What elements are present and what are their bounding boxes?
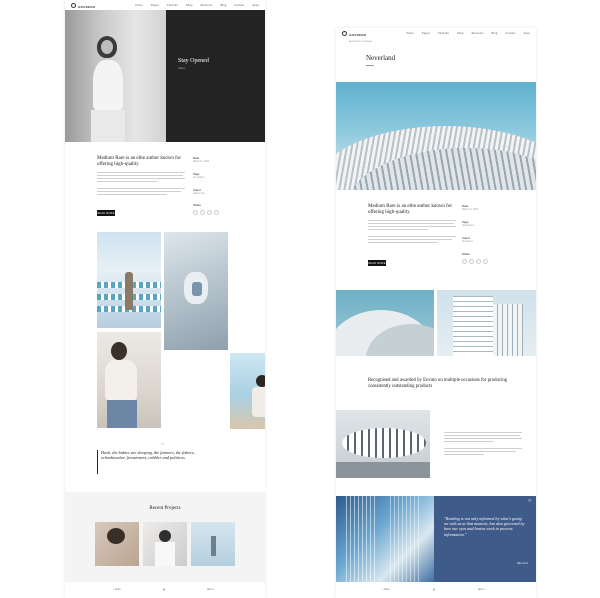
nav-item-portfolio[interactable]: Portfolio (438, 32, 449, 35)
nav-item-pages[interactable]: Pages (422, 32, 430, 35)
info-date-label: Date (462, 204, 469, 208)
right-navbar: GRADERO ARCHITECTS & DESIGN Home Pages P… (336, 28, 536, 43)
right-nav-menu: Home Pages Portfolio Shop Elements Blog … (406, 32, 530, 35)
left-grid-icon[interactable]: ▦ (163, 588, 165, 591)
right-logo[interactable]: GRADERO ARCHITECTS & DESIGN (342, 28, 372, 43)
twitter-icon[interactable] (200, 210, 205, 215)
logo-tagline: ARCHITECTS & DESIGN (349, 41, 372, 43)
info-tags-value[interactable]: Art, Gallery (193, 177, 205, 179)
linkedin-icon[interactable] (214, 210, 219, 215)
right-prev-link[interactable]: « PREV (382, 589, 390, 591)
info-tags-value[interactable]: Architecture (462, 225, 474, 227)
title-underline (366, 65, 374, 66)
left-read-more-button[interactable]: READ MORE (97, 210, 115, 216)
info-client-label: Client (193, 188, 201, 192)
architecture-tower-image[interactable] (437, 290, 536, 356)
nav-item-contact[interactable]: Contact (505, 32, 515, 35)
logo-name: GRADERO (78, 5, 96, 9)
stadium-architecture-image[interactable] (336, 410, 430, 478)
recent-project-1[interactable] (95, 522, 139, 566)
nav-item-portfolio[interactable]: Portfolio (167, 4, 178, 7)
left-intro-heading: Medium Rare is an elite author known for… (97, 156, 182, 167)
logo-name: GRADERO (349, 33, 367, 37)
right-page-preview: GRADERO ARCHITECTS & DESIGN Home Pages P… (336, 28, 536, 598)
left-quote-text: Hush, the babies are sleeping, the farme… (101, 450, 195, 461)
left-page-preview: GRADERO ARCHITECTS & DESIGN Home Pages P… (65, 0, 265, 598)
hero-subtitle: Gallery (178, 68, 186, 70)
nav-item-shop[interactable]: Shop (457, 32, 464, 35)
nav-item-elements[interactable]: Elements (472, 32, 484, 35)
quote-panel: ❞ "Reading is not only informed by what'… (434, 496, 536, 582)
nav-item-contact[interactable]: Contact (234, 4, 244, 7)
right-read-more-button[interactable]: READ MORE (368, 260, 386, 266)
info-client-label: Client (462, 236, 470, 240)
info-share-label: Share (193, 203, 202, 207)
hero-title: Stay Opened (178, 58, 209, 64)
recent-projects-section: Recent Projects (65, 492, 265, 582)
right-quote-text: "Reading is not only informed by what's … (444, 516, 525, 537)
facebook-icon[interactable] (193, 210, 198, 215)
info-client-value: Neverland (462, 241, 473, 243)
quote-marks-icon: ❝ (161, 443, 165, 449)
nav-item-blog[interactable]: Blog (221, 4, 227, 7)
logo-circle-icon (71, 2, 76, 8)
right-page-title: Neverland (366, 54, 396, 62)
right-next-link[interactable]: NEXT » (478, 589, 486, 591)
quote-marks-icon: ❞ (527, 498, 532, 507)
hero-portrait-image (65, 10, 166, 142)
nav-item-pages[interactable]: Pages (151, 4, 159, 7)
facebook-icon[interactable] (462, 259, 467, 264)
gallery-image-snow-woman[interactable] (164, 232, 228, 350)
left-navbar: GRADERO ARCHITECTS & DESIGN Home Pages P… (65, 0, 265, 15)
nav-item-elements[interactable]: Elements (201, 4, 213, 7)
nav-item-apps[interactable]: Apps (524, 32, 531, 35)
award-heading: Recognised and awarded by Envato on mult… (368, 378, 508, 389)
left-quote-bar (97, 450, 98, 474)
info-date-label: Date (193, 156, 200, 160)
info-client-value: Gallery Arte (193, 193, 205, 195)
nav-item-shop[interactable]: Shop (186, 4, 193, 7)
twitter-icon[interactable] (469, 259, 474, 264)
info-tags-label: Tags (193, 172, 200, 176)
nav-item-apps[interactable]: Apps (253, 4, 260, 7)
left-next-link[interactable]: NEXT » (207, 589, 215, 591)
left-prev-link[interactable]: « PREV (113, 589, 121, 591)
left-nav-menu: Home Pages Portfolio Shop Elements Blog … (135, 4, 259, 7)
hero-dark-panel: Stay Opened Gallery (166, 10, 265, 142)
pinterest-icon[interactable] (476, 259, 481, 264)
pinterest-icon[interactable] (207, 210, 212, 215)
right-grid-icon[interactable]: ▦ (433, 588, 435, 591)
info-date-value: March 14, 2023 (462, 209, 478, 211)
nav-item-blog[interactable]: Blog (492, 32, 498, 35)
quote-building-image (336, 496, 434, 582)
quote-author: Mike Scott (516, 562, 528, 565)
recent-projects-title: Recent Projects (149, 506, 181, 511)
logo-circle-icon (342, 30, 347, 36)
gallery-image-woman-white[interactable] (97, 332, 161, 428)
gallery-image-beach-woman[interactable] (230, 353, 265, 429)
recent-project-2[interactable] (143, 522, 187, 566)
gallery-image-building-man[interactable] (97, 232, 161, 328)
hero-architecture-image (336, 82, 536, 190)
linkedin-icon[interactable] (483, 259, 488, 264)
info-share-label: Share (462, 252, 471, 256)
info-tags-label: Tags (462, 220, 469, 224)
nav-item-home[interactable]: Home (135, 4, 142, 7)
nav-item-home[interactable]: Home (406, 32, 413, 35)
right-intro-heading: Medium Rare is an elite author known for… (368, 204, 453, 215)
info-date-value: March 14, 2023 (193, 161, 209, 163)
recent-project-3[interactable] (191, 522, 235, 566)
architecture-dome-image[interactable] (336, 290, 434, 356)
